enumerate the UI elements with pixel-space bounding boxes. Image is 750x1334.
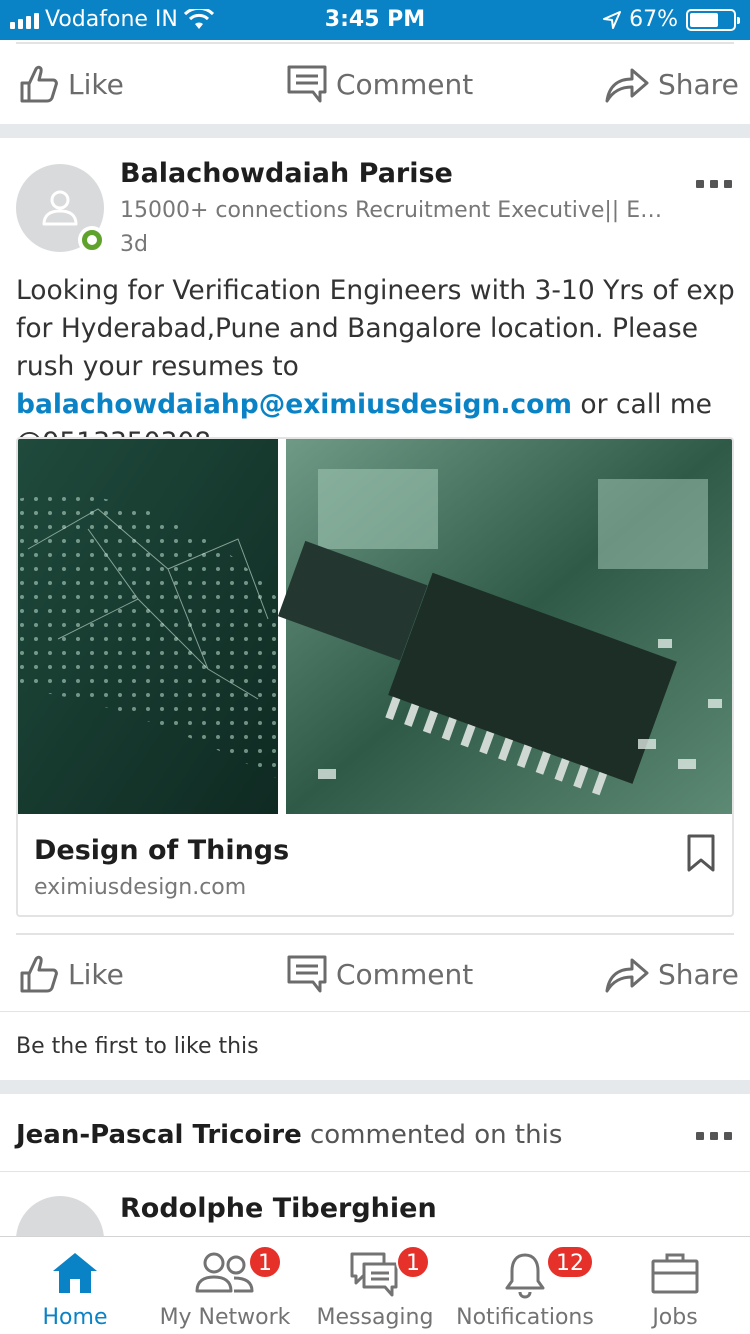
- feed-separator: [0, 124, 750, 138]
- activity-header: Jean-Pascal Tricoire commented on this: [16, 1120, 562, 1150]
- tab-messaging[interactable]: 1 Messaging: [300, 1237, 450, 1334]
- tab-home[interactable]: Home: [0, 1237, 150, 1334]
- messaging-icon: [350, 1252, 398, 1297]
- briefcase-icon: [651, 1253, 699, 1294]
- share-label: Share: [658, 67, 739, 101]
- like-label: Like: [68, 957, 124, 991]
- activity-action: commented on this: [301, 1120, 563, 1150]
- comment-button[interactable]: Comment: [286, 935, 473, 1013]
- tab-jobs-label: Jobs: [652, 1305, 698, 1330]
- like-button[interactable]: Like: [18, 935, 124, 1013]
- link-card-title: Design of Things: [34, 835, 290, 866]
- share-arrow-icon: [605, 958, 649, 993]
- thumbs-up-icon: [20, 65, 58, 103]
- feed-separator: [0, 1080, 750, 1094]
- share-label: Share: [658, 957, 739, 991]
- bottom-tab-bar: Home 1 My Network 1 Messaging 12 Notific…: [0, 1236, 750, 1334]
- link-preview-image: [18, 439, 732, 814]
- tab-jobs[interactable]: Jobs: [600, 1237, 750, 1334]
- post-actions: Like Comment Share: [0, 935, 750, 1013]
- link-card-domain: eximiusdesign.com: [34, 875, 247, 900]
- tab-home-label: Home: [42, 1305, 108, 1330]
- battery-percent: 67%: [629, 7, 678, 32]
- email-link[interactable]: balachowdaiahp@eximiusdesign.com: [16, 389, 572, 420]
- link-preview-card[interactable]: Design of Things eximiusdesign.com: [16, 437, 734, 917]
- divider: [0, 1011, 750, 1012]
- like-button[interactable]: Like: [18, 45, 124, 123]
- status-bar: Vodafone IN 3:45 PM 67%: [0, 0, 750, 40]
- share-arrow-icon: [605, 68, 649, 103]
- notifications-badge: 12: [546, 1245, 594, 1279]
- tab-messaging-label: Messaging: [316, 1305, 434, 1330]
- tab-my-network[interactable]: 1 My Network: [150, 1237, 300, 1334]
- location-arrow-icon: [603, 10, 622, 29]
- comment-icon: [287, 65, 327, 103]
- bookmark-icon[interactable]: [686, 833, 716, 873]
- divider: [0, 1171, 750, 1172]
- author-headline: 15000+ connections Recruitment Executive…: [120, 198, 665, 223]
- post-body: Looking for Verification Engineers with …: [16, 272, 736, 462]
- battery-icon: [686, 8, 740, 31]
- person-placeholder-icon: [42, 190, 78, 226]
- bell-icon: [505, 1253, 545, 1299]
- comment-icon: [287, 955, 327, 993]
- like-label: Like: [68, 67, 124, 101]
- activity-more-options-icon[interactable]: [696, 1132, 732, 1140]
- author-name[interactable]: Balachowdaiah Parise: [120, 158, 453, 189]
- comment-label: Comment: [336, 957, 474, 991]
- home-icon: [53, 1253, 97, 1293]
- next-author-name[interactable]: Rodolphe Tiberghien: [120, 1193, 437, 1224]
- post-text-part: Looking for Verification Engineers with …: [16, 275, 735, 382]
- tab-my-network-label: My Network: [159, 1305, 291, 1330]
- comment-button[interactable]: Comment: [286, 45, 473, 123]
- comment-label: Comment: [336, 67, 474, 101]
- post-more-options-icon[interactable]: [696, 180, 732, 188]
- messaging-badge: 1: [396, 1245, 430, 1279]
- thumbs-up-icon: [20, 955, 58, 993]
- share-button[interactable]: Share: [604, 935, 739, 1013]
- network-badge: 1: [248, 1245, 282, 1279]
- share-button[interactable]: Share: [604, 45, 739, 123]
- divider: [16, 42, 734, 44]
- social-counts-text: Be the first to like this: [16, 1034, 259, 1059]
- post-timestamp: 3d: [120, 232, 148, 257]
- online-status-indicator: [78, 226, 106, 254]
- people-icon: [195, 1252, 254, 1293]
- tab-notifications-label: Notifications: [456, 1305, 594, 1330]
- previous-post-actions: Like Comment Share: [0, 45, 750, 123]
- activity-actor[interactable]: Jean-Pascal Tricoire: [16, 1120, 302, 1150]
- tab-notifications[interactable]: 12 Notifications: [450, 1237, 600, 1334]
